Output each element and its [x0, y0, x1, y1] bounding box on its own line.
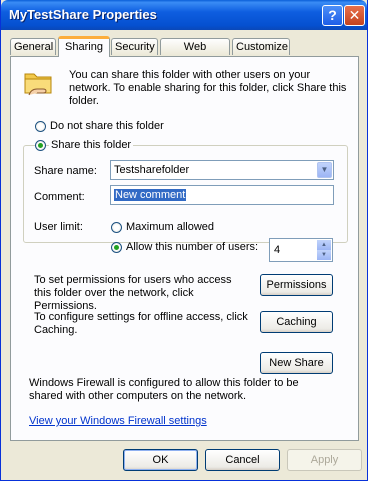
comment-label: Comment:: [34, 191, 85, 203]
chevron-down-icon[interactable]: ▼: [317, 162, 332, 178]
share-this-label[interactable]: Share this folder: [49, 139, 134, 151]
intro-text: You can share this folder with other use…: [69, 69, 347, 107]
close-button[interactable]: ✕: [344, 5, 365, 26]
tab-security[interactable]: Security: [111, 38, 158, 55]
do-not-share-radio[interactable]: [35, 121, 46, 132]
do-not-share-label[interactable]: Do not share this folder: [50, 120, 164, 132]
spin-down-icon[interactable]: ▼: [317, 250, 331, 260]
caching-button[interactable]: Caching: [260, 311, 333, 333]
ok-button[interactable]: OK: [123, 449, 198, 471]
tab-general[interactable]: General: [10, 38, 56, 55]
user-count-value: 4: [274, 244, 281, 256]
folder-share-icon: [24, 73, 52, 96]
tab-label: Customize: [236, 41, 288, 53]
share-name-select[interactable]: Testsharefolder ▼: [110, 160, 334, 180]
share-this-radio[interactable]: [35, 140, 46, 151]
permissions-button[interactable]: Permissions: [260, 274, 333, 296]
share-name-label: Share name:: [34, 165, 97, 177]
comment-value: New comment: [114, 189, 187, 201]
allow-number-radio[interactable]: [111, 242, 122, 253]
new-share-button[interactable]: New Share: [260, 352, 333, 374]
firewall-text: Windows Firewall is configured to allow …: [29, 377, 299, 402]
firewall-settings-link[interactable]: View your Windows Firewall settings: [29, 415, 207, 427]
help-button[interactable]: ?: [322, 5, 343, 26]
maximum-allowed-radio[interactable]: [111, 222, 122, 233]
permissions-text: To set permissions for users who access …: [34, 274, 232, 312]
share-name-value: Testsharefolder: [114, 164, 190, 176]
tab-sharing[interactable]: Sharing: [58, 36, 110, 57]
help-icon: ?: [328, 7, 337, 23]
tab-label: General: [14, 41, 54, 53]
user-limit-label: User limit:: [34, 221, 83, 233]
maximum-allowed-label[interactable]: Maximum allowed: [126, 221, 214, 233]
user-count-spinner[interactable]: 4 ▲ ▼: [269, 238, 333, 262]
apply-button[interactable]: Apply: [287, 449, 362, 471]
tab-web-sharing[interactable]: Web Sharing: [160, 38, 230, 69]
comment-input[interactable]: New comment: [110, 185, 334, 205]
tab-label: Security: [115, 41, 155, 53]
spin-up-icon[interactable]: ▲: [317, 240, 331, 250]
caching-text: To configure settings for offline access…: [34, 311, 248, 336]
tab-customize[interactable]: Customize: [232, 38, 290, 55]
window-title: MyTestShare Properties: [9, 7, 157, 22]
properties-window: MyTestShare Properties ? ✕ General Shari…: [0, 0, 368, 481]
allow-number-label[interactable]: Allow this number of users:: [126, 241, 258, 253]
tab-label: Sharing: [65, 41, 103, 53]
cancel-button[interactable]: Cancel: [205, 449, 280, 471]
close-icon: ✕: [348, 7, 361, 23]
title-bar[interactable]: MyTestShare Properties ? ✕: [1, 0, 367, 30]
